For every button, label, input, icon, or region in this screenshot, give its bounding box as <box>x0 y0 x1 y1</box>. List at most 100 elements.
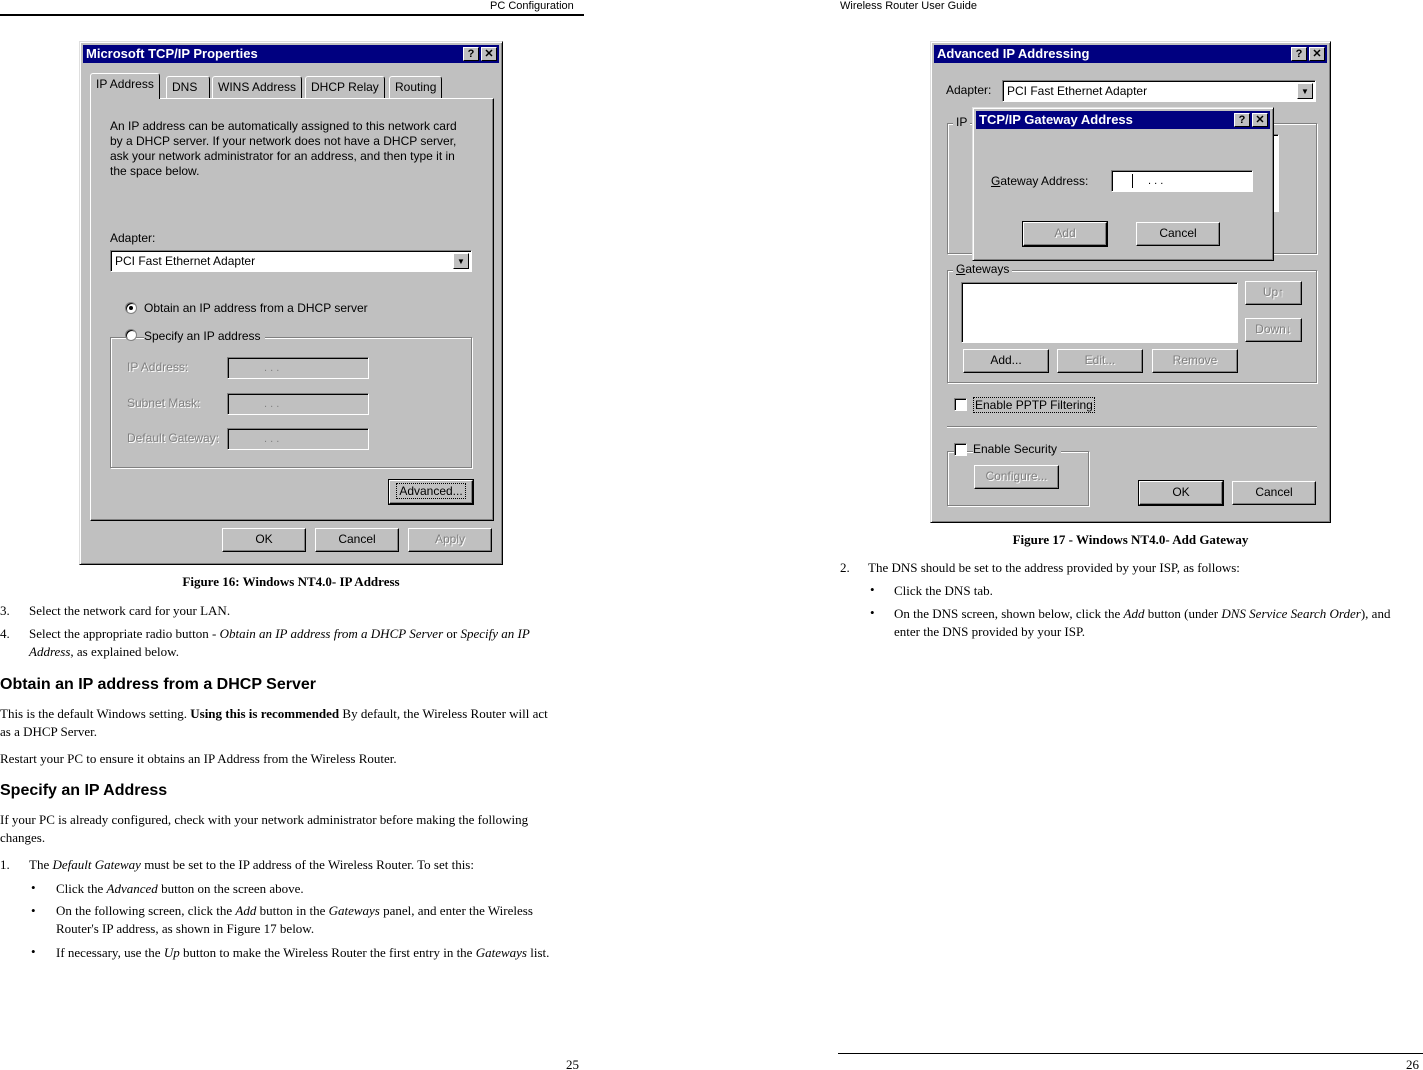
bullet-icon: • <box>870 582 875 597</box>
adapter-value: PCI Fast Ethernet Adapter <box>115 254 256 268</box>
ip-address-field[interactable]: . . . <box>227 357 369 379</box>
tab-ip-address[interactable]: IP Address <box>90 73 160 99</box>
ok-button[interactable]: OK <box>1138 480 1224 506</box>
dns-bullet-2-pre: On the DNS screen, shown below, click th… <box>894 606 1124 621</box>
dns-bullet-2-em2: DNS Service Search Order <box>1221 606 1361 621</box>
add-gateway-button[interactable]: Add... <box>963 349 1049 373</box>
edit-gateway-button[interactable]: Edit... <box>1057 349 1143 373</box>
subdialog-cancel-button[interactable]: Cancel <box>1136 222 1220 246</box>
intro-line-2: by a DHCP server. If your network does n… <box>110 134 457 148</box>
bullet-1-text: Click the Advanced button on the screen … <box>56 880 566 898</box>
dns-bullet-2-text: On the DNS screen, shown below, click th… <box>894 605 1414 641</box>
step-4-mid: or <box>443 626 461 641</box>
up-button[interactable]: Up↑ <box>1245 281 1302 305</box>
bullet-icon: • <box>31 880 36 895</box>
left-page-header: PC Configuration <box>490 0 574 12</box>
step-3-number: 3. <box>0 603 10 618</box>
bullet-2-mid: button in the <box>256 903 329 918</box>
gateway-address-field[interactable]: . . . <box>1111 170 1253 192</box>
chevron-down-icon[interactable]: ▼ <box>1297 83 1313 99</box>
tab-dhcp-relay[interactable]: DHCP Relay <box>305 76 385 98</box>
configure-button[interactable]: Configure... <box>974 465 1059 489</box>
bullet-icon: • <box>870 605 875 620</box>
figure-16-caption: Figure 16: Windows NT4.0- IP Address <box>182 574 400 589</box>
cancel-button[interactable]: Cancel <box>1232 481 1316 505</box>
bullet-3-pre: If necessary, use the <box>56 945 164 960</box>
right-page-number: 26 <box>1406 1057 1419 1070</box>
step-4-suffix: , as explained below. <box>70 644 179 659</box>
adapter-value: PCI Fast Ethernet Adapter <box>1007 84 1148 98</box>
tab-routing[interactable]: Routing <box>389 76 443 98</box>
advanced-button[interactable]: Advanced... <box>388 479 474 505</box>
adapter-combo[interactable]: PCI Fast Ethernet Adapter ▼ <box>110 250 472 272</box>
gateways-label: Gateways <box>953 262 1013 276</box>
bullet-1-pre: Click the <box>56 881 107 896</box>
section1-para2: Restart your PC to ensure it obtains an … <box>0 751 397 766</box>
subdialog-add-button[interactable]: Add <box>1022 221 1108 247</box>
step-1-number: 1. <box>0 857 10 872</box>
step-1-pre: The <box>29 857 53 872</box>
dialog-titlebar: Advanced IP Addressing ? ✕ <box>934 45 1327 63</box>
pptp-label[interactable]: Enable PPTP Filtering <box>973 397 1095 413</box>
close-button[interactable]: ✕ <box>1252 113 1268 127</box>
help-button[interactable]: ? <box>1291 47 1307 61</box>
section1-para1: This is the default Windows setting. Usi… <box>0 705 560 741</box>
dialog-titlebar: Microsoft TCP/IP Properties ? ✕ <box>83 45 499 63</box>
bullet-2-pre: On the following screen, click the <box>56 903 236 918</box>
step-4-text: Select the appropriate radio button - Ob… <box>29 625 577 661</box>
default-gateway-label: Default Gateway: <box>127 431 220 445</box>
intro-line-3: ask your network administrator for an ad… <box>110 149 455 163</box>
subnet-mask-field[interactable]: . . . <box>227 393 369 415</box>
radio-obtain-dhcp-label[interactable]: Obtain an IP address from a DHCP server <box>144 301 368 315</box>
gateway-address-label: Gateway Address: <box>991 174 1089 188</box>
heading-obtain-dhcp: Obtain an IP address from a DHCP Server <box>0 676 316 693</box>
cancel-button[interactable]: Cancel <box>315 528 399 552</box>
gateway-address-dots: . . . <box>1148 175 1164 187</box>
subdialog-title: TCP/IP Gateway Address <box>979 112 1133 127</box>
pptp-checkbox[interactable] <box>954 398 967 411</box>
radio-obtain-dhcp[interactable] <box>125 302 137 314</box>
dns-bullet-2-mid: button (under <box>1144 606 1222 621</box>
intro-line-1: An IP address can be automatically assig… <box>110 119 457 133</box>
bullet-3-text: If necessary, use the Up button to make … <box>56 944 566 962</box>
adapter-label: Adapter: <box>110 231 156 245</box>
step-4-em1: Obtain an IP address from a DHCP Server <box>219 626 444 641</box>
text-cursor <box>1132 174 1133 188</box>
ok-button[interactable]: OK <box>222 528 306 552</box>
bullet-1-post: button on the screen above. <box>157 881 304 896</box>
security-checkbox[interactable] <box>954 443 967 456</box>
bullet-2-em: Add <box>235 903 257 918</box>
tab-wins-address[interactable]: WINS Address <box>212 76 303 98</box>
radio-specify-ip-label[interactable]: Specify an IP address <box>144 329 265 343</box>
close-button[interactable]: ✕ <box>1309 47 1325 61</box>
radio-specify-ip[interactable] <box>125 329 137 341</box>
step-1-em: Default Gateway <box>52 857 141 872</box>
step-3-text: Select the network card for your LAN. <box>29 603 231 618</box>
gateways-list[interactable] <box>961 282 1238 343</box>
step-2-text: The DNS should be set to the address pro… <box>868 560 1240 575</box>
bullet-icon: • <box>31 903 36 918</box>
bullet-1-em: Advanced <box>106 881 158 896</box>
ip-group-label: IP <box>953 115 971 129</box>
down-button[interactable]: Down↓ <box>1245 318 1302 342</box>
dialog-title: Microsoft TCP/IP Properties <box>86 46 258 61</box>
close-button[interactable]: ✕ <box>481 47 497 61</box>
help-button[interactable]: ? <box>463 47 479 61</box>
remove-gateway-button[interactable]: Remove <box>1152 349 1238 373</box>
subdialog-titlebar: TCP/IP Gateway Address ? ✕ <box>976 111 1270 129</box>
help-button[interactable]: ? <box>1234 113 1250 127</box>
ip-address-dots: . . . <box>264 362 280 374</box>
bullet-3-em2: Gateways <box>475 945 527 960</box>
adapter-combo[interactable]: PCI Fast Ethernet Adapter ▼ <box>1002 80 1316 102</box>
section2-para1: If your PC is already configured, check … <box>0 812 529 845</box>
bullet-icon: • <box>31 944 36 959</box>
tab-dns[interactable]: DNS <box>166 76 210 98</box>
dialog-title: Advanced IP Addressing <box>937 46 1090 61</box>
default-gateway-field[interactable]: . . . <box>227 428 369 450</box>
step-1-text: The Default Gateway must be set to the I… <box>29 856 579 874</box>
intro-line-4: the space below. <box>110 164 200 178</box>
default-gateway-dots: . . . <box>264 433 280 445</box>
apply-button[interactable]: Apply <box>408 528 492 552</box>
chevron-down-icon[interactable]: ▼ <box>453 253 469 269</box>
security-label[interactable]: Enable Security <box>973 442 1062 456</box>
